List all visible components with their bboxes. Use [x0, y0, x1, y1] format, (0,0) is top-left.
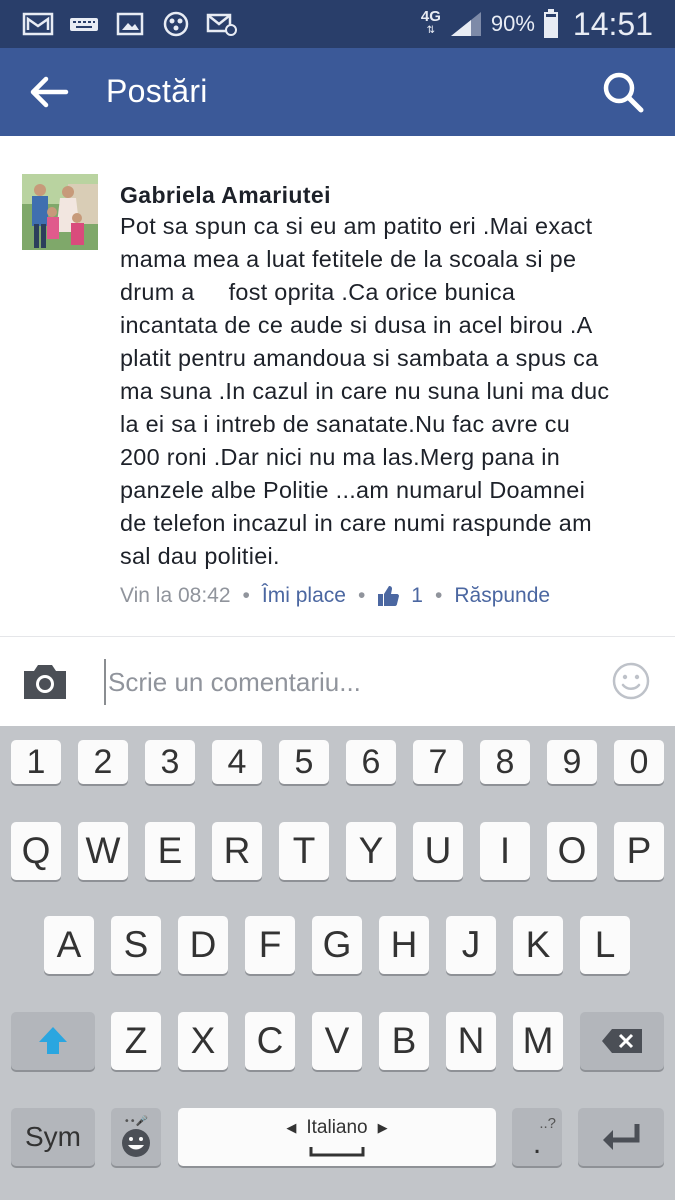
page-title: Postări — [106, 73, 208, 109]
comment-composer — [0, 636, 675, 726]
letter-key-i[interactable]: I — [480, 822, 530, 880]
app-bar: Postări — [0, 48, 675, 136]
emoji-button[interactable] — [611, 661, 651, 701]
comment-meta: Vin la 08:42 • Îmi place • 1 • Răspunde — [120, 584, 550, 608]
number-key-8[interactable]: 8 — [480, 740, 530, 784]
comment-input[interactable] — [104, 659, 574, 705]
signal-icon — [450, 12, 481, 36]
avatar[interactable] — [22, 174, 98, 250]
number-key-1[interactable]: 1 — [11, 740, 61, 784]
smiley-icon — [612, 662, 650, 700]
number-key-3[interactable]: 3 — [145, 740, 195, 784]
separator-dot: • — [434, 584, 443, 607]
enter-icon — [603, 1124, 640, 1150]
battery-icon — [543, 9, 558, 38]
comment-text: Pot sa spun ca si eu am patito eri .Mai … — [120, 213, 610, 569]
letter-key-b[interactable]: B — [379, 1012, 429, 1070]
letter-key-l[interactable]: L — [580, 916, 630, 974]
letter-key-h[interactable]: H — [379, 916, 429, 974]
letter-key-d[interactable]: D — [178, 916, 228, 974]
emoji-mic-icon: ••🎤 — [122, 1114, 150, 1157]
backspace-key[interactable] — [580, 1012, 664, 1070]
keyboard-icon — [68, 11, 100, 37]
letter-key-j[interactable]: J — [446, 916, 496, 974]
number-key-7[interactable]: 7 — [413, 740, 463, 784]
gmail-icon — [22, 11, 54, 37]
back-button[interactable] — [26, 72, 72, 112]
letter-key-n[interactable]: N — [446, 1012, 496, 1070]
network-indicator: 4G ⇅ — [420, 8, 441, 36]
comment-time: Vin la 08:42 — [120, 584, 231, 607]
sym-key[interactable]: Sym — [11, 1108, 95, 1166]
status-bar: 4G ⇅ 90% 14:51 — [0, 0, 675, 48]
letter-key-q[interactable]: Q — [11, 822, 61, 880]
space-bar-icon — [309, 1147, 365, 1157]
letter-key-y[interactable]: Y — [346, 822, 396, 880]
letter-key-o[interactable]: O — [547, 822, 597, 880]
letter-key-c[interactable]: C — [245, 1012, 295, 1070]
letter-key-m[interactable]: M — [513, 1012, 563, 1070]
letter-key-w[interactable]: W — [78, 822, 128, 880]
comment: Gabriela Amariutei Pot sa spun ca si eu … — [0, 136, 675, 636]
letter-key-f[interactable]: F — [245, 916, 295, 974]
number-key-6[interactable]: 6 — [346, 740, 396, 784]
camera-button[interactable] — [20, 661, 70, 703]
battery-percent: 90% — [490, 11, 535, 36]
number-key-9[interactable]: 9 — [547, 740, 597, 784]
like-button[interactable]: Îmi place — [262, 584, 346, 608]
arrow-left-icon — [30, 76, 69, 108]
letter-key-v[interactable]: V — [312, 1012, 362, 1070]
enter-key[interactable] — [578, 1108, 664, 1166]
shift-arrow-icon — [39, 1027, 67, 1054]
mail-settings-icon — [206, 11, 238, 37]
letter-key-t[interactable]: T — [279, 822, 329, 880]
letter-key-g[interactable]: G — [312, 916, 362, 974]
shift-key[interactable] — [11, 1012, 95, 1070]
keyboard: 1234567890 QWERTYUIOP ASDFGHJKL ZXCVBNM … — [0, 726, 675, 1200]
period-hint: ..? — [539, 1115, 556, 1132]
comment-author[interactable]: Gabriela Amariutei — [120, 182, 331, 209]
gallery-icon — [114, 11, 146, 37]
camera-icon — [24, 665, 66, 699]
language-label: Italiano — [306, 1117, 368, 1138]
letter-key-e[interactable]: E — [145, 822, 195, 880]
notification-icons — [22, 10, 238, 38]
letter-key-x[interactable]: X — [178, 1012, 228, 1070]
network-type: 4G — [420, 8, 441, 25]
period-label: . — [532, 1127, 542, 1160]
letter-key-k[interactable]: K — [513, 916, 563, 974]
letter-key-p[interactable]: P — [614, 822, 664, 880]
app-icon — [160, 11, 192, 37]
backspace-icon — [602, 1029, 642, 1053]
space-key[interactable]: ◀ Italiano ▶ — [178, 1108, 496, 1166]
chevron-right-icon: ▶ — [377, 1120, 388, 1135]
period-key[interactable]: ..? . — [512, 1108, 562, 1166]
number-key-2[interactable]: 2 — [78, 740, 128, 784]
number-key-0[interactable]: 0 — [614, 740, 664, 784]
like-count[interactable]: 1 — [411, 584, 423, 608]
letter-key-z[interactable]: Z — [111, 1012, 161, 1070]
search-icon — [603, 72, 644, 113]
language-switcher: ◀ Italiano ▶ — [286, 1117, 388, 1157]
number-key-4[interactable]: 4 — [212, 740, 262, 784]
separator-dot: • — [357, 584, 366, 607]
letter-key-s[interactable]: S — [111, 916, 161, 974]
chevron-left-icon: ◀ — [286, 1120, 297, 1135]
search-button[interactable] — [601, 70, 645, 114]
svg-text:••🎤: ••🎤 — [124, 1114, 149, 1127]
thumbs-up-icon[interactable] — [377, 585, 400, 607]
letter-key-a[interactable]: A — [44, 916, 94, 974]
status-right: 4G ⇅ 90% 14:51 — [421, 0, 653, 48]
separator-dot: • — [242, 584, 250, 607]
clock: 14:51 — [572, 5, 653, 42]
letter-key-u[interactable]: U — [413, 822, 463, 880]
number-key-5[interactable]: 5 — [279, 740, 329, 784]
reply-button[interactable]: Răspunde — [454, 584, 550, 608]
emoji-voice-key[interactable]: ••🎤 — [111, 1108, 161, 1166]
letter-key-r[interactable]: R — [212, 822, 262, 880]
